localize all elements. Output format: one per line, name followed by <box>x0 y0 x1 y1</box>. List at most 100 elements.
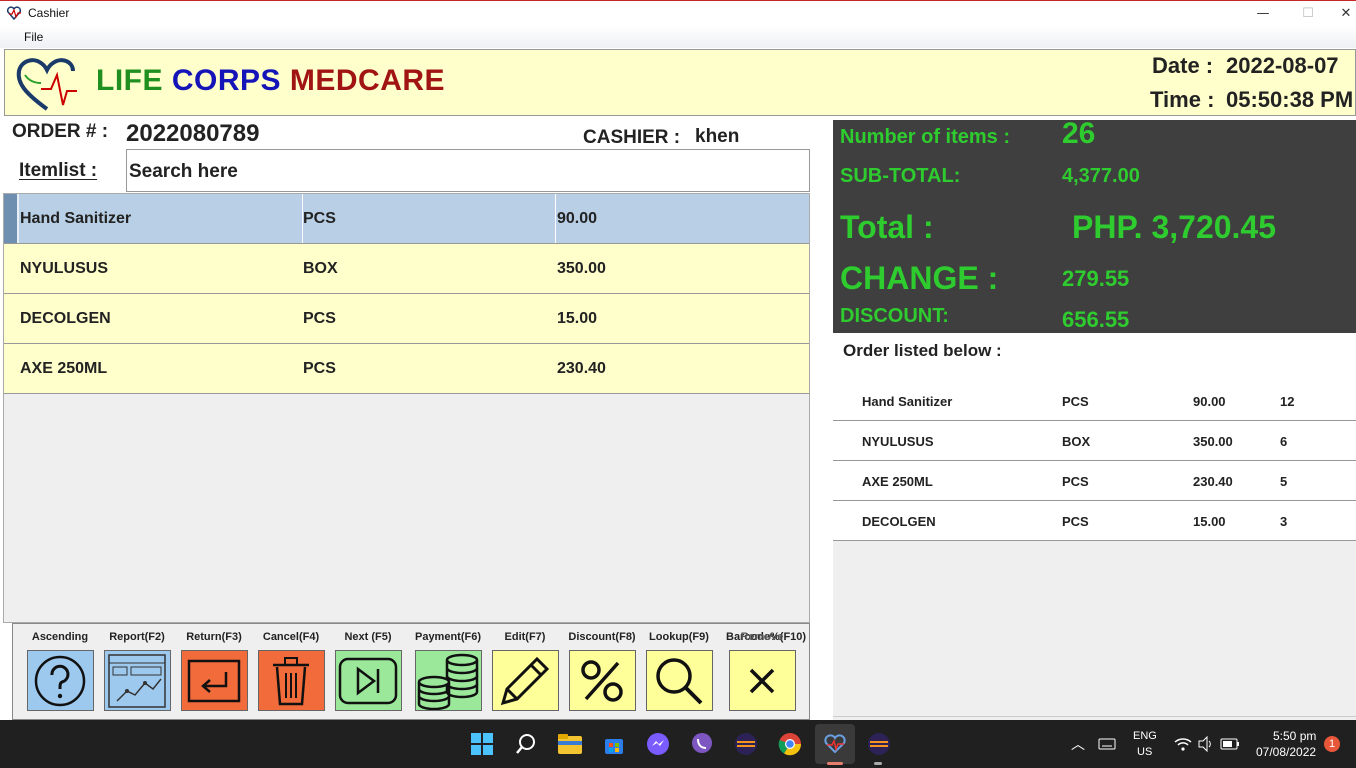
order-name: Hand Sanitizer <box>862 394 953 409</box>
order-list-body: Hand Sanitizer PCS 90.00 12 NYULUSUS BOX 350.0… <box>833 333 1356 541</box>
cashier-label: CASHIER : <box>583 127 681 148</box>
app-header: LIFE CORPS MEDCARE Date : 2022-08-07 Tim… <box>4 49 1356 116</box>
minimize-button[interactable]: — <box>1248 3 1278 25</box>
item-name: AXE 250ML <box>20 360 108 377</box>
table-row[interactable]: Hand Sanitizer PCS 90.00 <box>4 194 809 244</box>
brand-word-2: CORPS <box>171 64 282 97</box>
items-count-label: Number of items : <box>840 126 1011 148</box>
toolbar-label-text: Next (F5) <box>344 631 392 643</box>
toolbar-button-label: Barcode%(F10) Remove <box>726 630 806 650</box>
toolbar-label-text: Report(F2) <box>109 631 165 643</box>
order-list-panel: Hand Sanitizer PCS 90.00 12 NYULUSUS BOX 350.0… <box>833 333 1356 720</box>
divider <box>833 716 1356 717</box>
date-value: 2022-08-07 <box>1226 53 1339 78</box>
order-unit: PCS <box>1062 514 1089 529</box>
action-toolbar: Ascending Report(F2) Return(F3) Cancel(F4) N… <box>12 623 810 720</box>
toolbar-button-label: Cancel(F4) <box>255 630 327 650</box>
heart-pulse-logo-icon <box>16 58 77 111</box>
report-chart-icon[interactable] <box>103 650 171 711</box>
discount-label: DISCOUNT: <box>840 305 949 327</box>
toolbar-button-label: Report(F2) <box>101 630 173 650</box>
trash-icon[interactable] <box>257 650 325 711</box>
search-input[interactable]: Search here <box>126 149 810 192</box>
chevron-up-icon[interactable]: ︿ <box>1071 734 1085 754</box>
table-row[interactable]: AXE 250ML PCS 230.40 <box>4 344 809 394</box>
search-icon[interactable] <box>645 650 713 711</box>
order-unit: BOX <box>1062 434 1091 449</box>
close-icon[interactable] <box>728 650 796 711</box>
toolbar-button-label: Discount(F8) <box>566 630 638 650</box>
wifi-icon[interactable] <box>1174 736 1192 752</box>
toolbar-button-label: Return(F3) <box>178 630 250 650</box>
toolbar-button[interactable]: Payment(F6) <box>412 630 484 711</box>
return-icon[interactable] <box>180 650 248 711</box>
pencil-icon[interactable] <box>491 650 559 711</box>
toolbar-button[interactable]: Next (F5) <box>332 630 404 711</box>
toolbar-button[interactable]: Cancel(F4) <box>255 630 327 711</box>
battery-icon[interactable] <box>1220 737 1240 751</box>
messenger-icon[interactable] <box>644 730 672 758</box>
order-row[interactable]: NYULUSUS BOX 350.00 6 <box>833 421 1356 461</box>
keyboard-icon[interactable] <box>1098 737 1116 751</box>
viber-icon[interactable] <box>688 730 716 758</box>
order-name: NYULUSUS <box>862 434 934 449</box>
percent-icon[interactable] <box>568 650 636 711</box>
search-icon[interactable] <box>512 730 540 758</box>
item-price: 90.00 <box>557 210 598 227</box>
next-icon[interactable] <box>334 650 402 711</box>
item-unit: PCS <box>303 210 336 227</box>
toolbar-button[interactable]: Edit(F7) <box>489 630 561 711</box>
item-name: Hand Sanitizer <box>20 210 132 227</box>
maximize-button[interactable]: ☐ <box>1293 3 1323 25</box>
toolbar-button-label: Lookup(F9) <box>643 630 715 650</box>
region-indicator[interactable]: US <box>1137 746 1152 758</box>
toolbar-button-label: Payment(F6) <box>412 630 484 650</box>
toolbar-button-label: Ascending <box>24 630 96 650</box>
change-label: CHANGE : <box>840 260 999 296</box>
language-indicator[interactable]: ENG <box>1133 730 1157 742</box>
toolbar-button[interactable]: Return(F3) <box>178 630 250 711</box>
order-number-value: 2022080789 <box>126 120 260 147</box>
discount-value: 656.55 <box>1062 307 1130 332</box>
toolbar-label-text: Payment(F6) <box>414 631 482 643</box>
volume-icon[interactable] <box>1197 736 1215 752</box>
order-qty: 5 <box>1280 474 1288 489</box>
order-row[interactable]: Hand Sanitizer PCS 90.00 12 <box>833 381 1356 421</box>
help-icon[interactable] <box>26 650 94 711</box>
cashier-app-icon[interactable] <box>821 730 849 758</box>
clock-date[interactable]: 07/08/2022 <box>1256 745 1316 759</box>
table-row[interactable]: DECOLGEN PCS 15.00 <box>4 294 809 344</box>
toolbar-label-text: Edit(F7) <box>504 631 546 643</box>
order-list-title: Order listed below : <box>843 341 1002 360</box>
row-selector <box>4 194 19 243</box>
toolbar-button[interactable]: Report(F2) <box>101 630 173 711</box>
order-qty: 3 <box>1280 514 1288 529</box>
menu-file[interactable]: File <box>24 30 43 44</box>
start-windows-icon[interactable] <box>468 730 496 758</box>
order-number-label: ORDER # : <box>12 121 109 142</box>
eclipse-icon[interactable] <box>732 730 760 758</box>
total-label: Total : <box>840 209 934 245</box>
toolbar-button-label: Edit(F7) <box>489 630 561 650</box>
table-row[interactable]: NYULUSUS BOX 350.00 <box>4 244 809 294</box>
order-row[interactable]: DECOLGEN PCS 15.00 3 <box>833 501 1356 541</box>
chrome-icon[interactable] <box>776 730 804 758</box>
order-price: 15.00 <box>1193 514 1226 529</box>
close-button[interactable]: ✕ <box>1336 3 1356 25</box>
item-price: 15.00 <box>557 310 598 327</box>
order-price: 90.00 <box>1193 394 1226 409</box>
order-row[interactable]: AXE 250ML PCS 230.40 5 <box>833 461 1356 501</box>
toolbar-button[interactable]: Barcode%(F10) Remove <box>726 630 806 711</box>
time-value: 05:50:38 PM <box>1226 87 1354 112</box>
toolbar-button[interactable]: Lookup(F9) <box>643 630 715 711</box>
coins-icon[interactable] <box>414 650 482 711</box>
toolbar-button[interactable]: Ascending <box>24 630 96 711</box>
eclipse-icon[interactable] <box>865 730 893 758</box>
file-explorer-icon[interactable] <box>556 730 584 758</box>
item-unit: BOX <box>303 260 338 277</box>
toolbar-button[interactable]: Discount(F8) <box>566 630 638 711</box>
order-unit: PCS <box>1062 394 1089 409</box>
clock-time[interactable]: 5:50 pm <box>1273 729 1316 743</box>
notification-badge[interactable]: 1 <box>1324 736 1340 752</box>
store-icon[interactable] <box>600 730 628 758</box>
